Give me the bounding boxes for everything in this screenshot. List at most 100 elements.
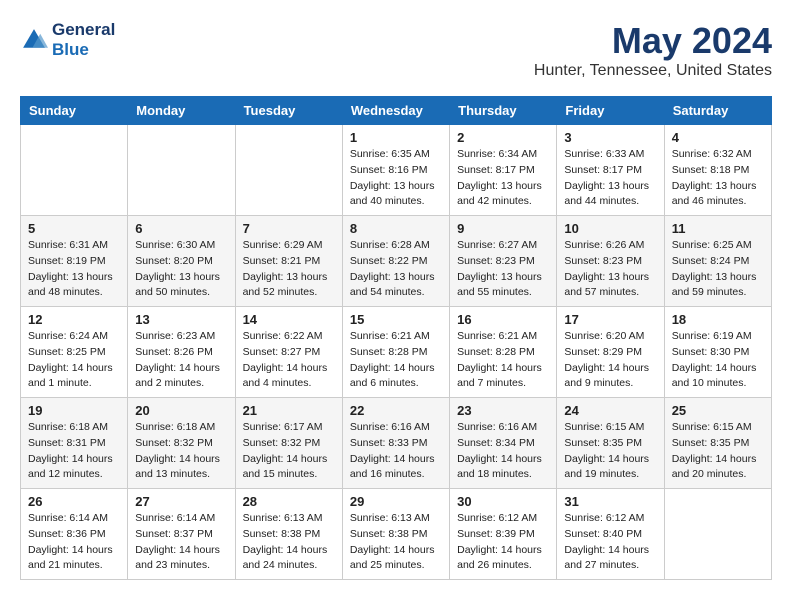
calendar-cell: 10 Sunrise: 6:26 AMSunset: 8:23 PMDayligh… bbox=[557, 216, 664, 307]
day-number: 25 bbox=[672, 403, 764, 418]
logo: General Blue bbox=[20, 20, 115, 61]
calendar-cell: 24 Sunrise: 6:15 AMSunset: 8:35 PMDayligh… bbox=[557, 398, 664, 489]
calendar-cell bbox=[21, 125, 128, 216]
weekday-header-sunday: Sunday bbox=[21, 97, 128, 125]
day-number: 11 bbox=[672, 221, 764, 236]
day-info: Sunrise: 6:32 AMSunset: 8:18 PMDaylight:… bbox=[672, 147, 764, 210]
calendar-cell: 16 Sunrise: 6:21 AMSunset: 8:28 PMDayligh… bbox=[450, 307, 557, 398]
day-number: 29 bbox=[350, 494, 442, 509]
calendar-cell: 12Sunrise: 6:24 AMSunset: 8:25 PMDayligh… bbox=[21, 307, 128, 398]
calendar-cell: 22Sunrise: 6:16 AMSunset: 8:33 PMDayligh… bbox=[342, 398, 449, 489]
day-number: 7 bbox=[243, 221, 335, 236]
calendar-week-3: 12Sunrise: 6:24 AMSunset: 8:25 PMDayligh… bbox=[21, 307, 772, 398]
weekday-header-row: SundayMondayTuesdayWednesdayThursdayFrid… bbox=[21, 97, 772, 125]
calendar-cell: 14Sunrise: 6:22 AMSunset: 8:27 PMDayligh… bbox=[235, 307, 342, 398]
day-number: 12 bbox=[28, 312, 120, 327]
day-info: Sunrise: 6:14 AMSunset: 8:37 PMDaylight:… bbox=[135, 511, 227, 574]
calendar-cell: 7 Sunrise: 6:29 AMSunset: 8:21 PMDaylight… bbox=[235, 216, 342, 307]
day-number: 1 bbox=[350, 130, 442, 145]
day-info: Sunrise: 6:16 AMSunset: 8:34 PMDaylight:… bbox=[457, 420, 549, 483]
day-info: Sunrise: 6:31 AMSunset: 8:19 PMDaylight:… bbox=[28, 238, 120, 301]
day-number: 5 bbox=[28, 221, 120, 236]
calendar-cell: 25 Sunrise: 6:15 AMSunset: 8:35 PMDayligh… bbox=[664, 398, 771, 489]
day-number: 6 bbox=[135, 221, 227, 236]
day-info: Sunrise: 6:22 AMSunset: 8:27 PMDaylight:… bbox=[243, 329, 335, 392]
logo-text-line2: Blue bbox=[52, 40, 115, 60]
day-number: 20 bbox=[135, 403, 227, 418]
calendar-week-4: 19 Sunrise: 6:18 AMSunset: 8:31 PMDayligh… bbox=[21, 398, 772, 489]
day-number: 24 bbox=[564, 403, 656, 418]
day-number: 9 bbox=[457, 221, 549, 236]
day-info: Sunrise: 6:29 AMSunset: 8:21 PMDaylight:… bbox=[243, 238, 335, 301]
calendar-cell: 5 Sunrise: 6:31 AMSunset: 8:19 PMDaylight… bbox=[21, 216, 128, 307]
day-info: Sunrise: 6:26 AMSunset: 8:23 PMDaylight:… bbox=[564, 238, 656, 301]
day-info: Sunrise: 6:27 AMSunset: 8:23 PMDaylight:… bbox=[457, 238, 549, 301]
calendar-cell: 13Sunrise: 6:23 AMSunset: 8:26 PMDayligh… bbox=[128, 307, 235, 398]
weekday-header-wednesday: Wednesday bbox=[342, 97, 449, 125]
day-info: Sunrise: 6:18 AMSunset: 8:31 PMDaylight:… bbox=[28, 420, 120, 483]
day-info: Sunrise: 6:21 AMSunset: 8:28 PMDaylight:… bbox=[457, 329, 549, 392]
calendar-cell: 20 Sunrise: 6:18 AMSunset: 8:32 PMDayligh… bbox=[128, 398, 235, 489]
calendar-week-2: 5 Sunrise: 6:31 AMSunset: 8:19 PMDaylight… bbox=[21, 216, 772, 307]
day-number: 31 bbox=[564, 494, 656, 509]
day-number: 2 bbox=[457, 130, 549, 145]
day-info: Sunrise: 6:15 AMSunset: 8:35 PMDaylight:… bbox=[564, 420, 656, 483]
day-number: 19 bbox=[28, 403, 120, 418]
weekday-header-thursday: Thursday bbox=[450, 97, 557, 125]
day-info: Sunrise: 6:30 AMSunset: 8:20 PMDaylight:… bbox=[135, 238, 227, 301]
calendar-cell: 3Sunrise: 6:33 AMSunset: 8:17 PMDaylight… bbox=[557, 125, 664, 216]
day-number: 27 bbox=[135, 494, 227, 509]
calendar-week-5: 26 Sunrise: 6:14 AMSunset: 8:36 PMDayligh… bbox=[21, 489, 772, 580]
calendar-cell bbox=[235, 125, 342, 216]
calendar-cell: 19 Sunrise: 6:18 AMSunset: 8:31 PMDayligh… bbox=[21, 398, 128, 489]
day-info: Sunrise: 6:21 AMSunset: 8:28 PMDaylight:… bbox=[350, 329, 442, 392]
day-number: 26 bbox=[28, 494, 120, 509]
calendar-cell: 9 Sunrise: 6:27 AMSunset: 8:23 PMDaylight… bbox=[450, 216, 557, 307]
calendar-cell: 18 Sunrise: 6:19 AMSunset: 8:30 PMDayligh… bbox=[664, 307, 771, 398]
weekday-header-monday: Monday bbox=[128, 97, 235, 125]
calendar-cell: 28 Sunrise: 6:13 AMSunset: 8:38 PMDayligh… bbox=[235, 489, 342, 580]
weekday-header-friday: Friday bbox=[557, 97, 664, 125]
calendar-cell: 8Sunrise: 6:28 AMSunset: 8:22 PMDaylight… bbox=[342, 216, 449, 307]
day-number: 23 bbox=[457, 403, 549, 418]
calendar-cell: 30Sunrise: 6:12 AMSunset: 8:39 PMDayligh… bbox=[450, 489, 557, 580]
day-number: 13 bbox=[135, 312, 227, 327]
calendar-location: Hunter, Tennessee, United States bbox=[534, 62, 772, 80]
day-info: Sunrise: 6:28 AMSunset: 8:22 PMDaylight:… bbox=[350, 238, 442, 301]
day-number: 22 bbox=[350, 403, 442, 418]
calendar-cell: 31 Sunrise: 6:12 AMSunset: 8:40 PMDayligh… bbox=[557, 489, 664, 580]
day-info: Sunrise: 6:15 AMSunset: 8:35 PMDaylight:… bbox=[672, 420, 764, 483]
calendar-cell: 6 Sunrise: 6:30 AMSunset: 8:20 PMDaylight… bbox=[128, 216, 235, 307]
day-number: 15 bbox=[350, 312, 442, 327]
day-info: Sunrise: 6:33 AMSunset: 8:17 PMDaylight:… bbox=[564, 147, 656, 210]
calendar-cell: 21Sunrise: 6:17 AMSunset: 8:32 PMDayligh… bbox=[235, 398, 342, 489]
day-number: 30 bbox=[457, 494, 549, 509]
weekday-header-saturday: Saturday bbox=[664, 97, 771, 125]
calendar-cell: 29Sunrise: 6:13 AMSunset: 8:38 PMDayligh… bbox=[342, 489, 449, 580]
day-info: Sunrise: 6:12 AMSunset: 8:40 PMDaylight:… bbox=[564, 511, 656, 574]
day-info: Sunrise: 6:35 AMSunset: 8:16 PMDaylight:… bbox=[350, 147, 442, 210]
day-info: Sunrise: 6:19 AMSunset: 8:30 PMDaylight:… bbox=[672, 329, 764, 392]
day-number: 21 bbox=[243, 403, 335, 418]
day-info: Sunrise: 6:20 AMSunset: 8:29 PMDaylight:… bbox=[564, 329, 656, 392]
logo-text-line1: General bbox=[52, 20, 115, 40]
day-info: Sunrise: 6:18 AMSunset: 8:32 PMDaylight:… bbox=[135, 420, 227, 483]
page-header: General Blue May 2024 Hunter, Tennessee,… bbox=[20, 20, 772, 80]
logo-icon bbox=[20, 26, 48, 54]
calendar-cell: 1 Sunrise: 6:35 AMSunset: 8:16 PMDaylight… bbox=[342, 125, 449, 216]
day-number: 28 bbox=[243, 494, 335, 509]
day-info: Sunrise: 6:13 AMSunset: 8:38 PMDaylight:… bbox=[243, 511, 335, 574]
calendar-cell bbox=[664, 489, 771, 580]
day-info: Sunrise: 6:34 AMSunset: 8:17 PMDaylight:… bbox=[457, 147, 549, 210]
calendar-cell: 26 Sunrise: 6:14 AMSunset: 8:36 PMDayligh… bbox=[21, 489, 128, 580]
weekday-header-tuesday: Tuesday bbox=[235, 97, 342, 125]
calendar-cell: 27 Sunrise: 6:14 AMSunset: 8:37 PMDayligh… bbox=[128, 489, 235, 580]
day-info: Sunrise: 6:14 AMSunset: 8:36 PMDaylight:… bbox=[28, 511, 120, 574]
day-number: 18 bbox=[672, 312, 764, 327]
day-number: 17 bbox=[564, 312, 656, 327]
day-number: 4 bbox=[672, 130, 764, 145]
calendar-cell: 23 Sunrise: 6:16 AMSunset: 8:34 PMDayligh… bbox=[450, 398, 557, 489]
day-number: 16 bbox=[457, 312, 549, 327]
calendar-cell: 17 Sunrise: 6:20 AMSunset: 8:29 PMDayligh… bbox=[557, 307, 664, 398]
day-number: 10 bbox=[564, 221, 656, 236]
